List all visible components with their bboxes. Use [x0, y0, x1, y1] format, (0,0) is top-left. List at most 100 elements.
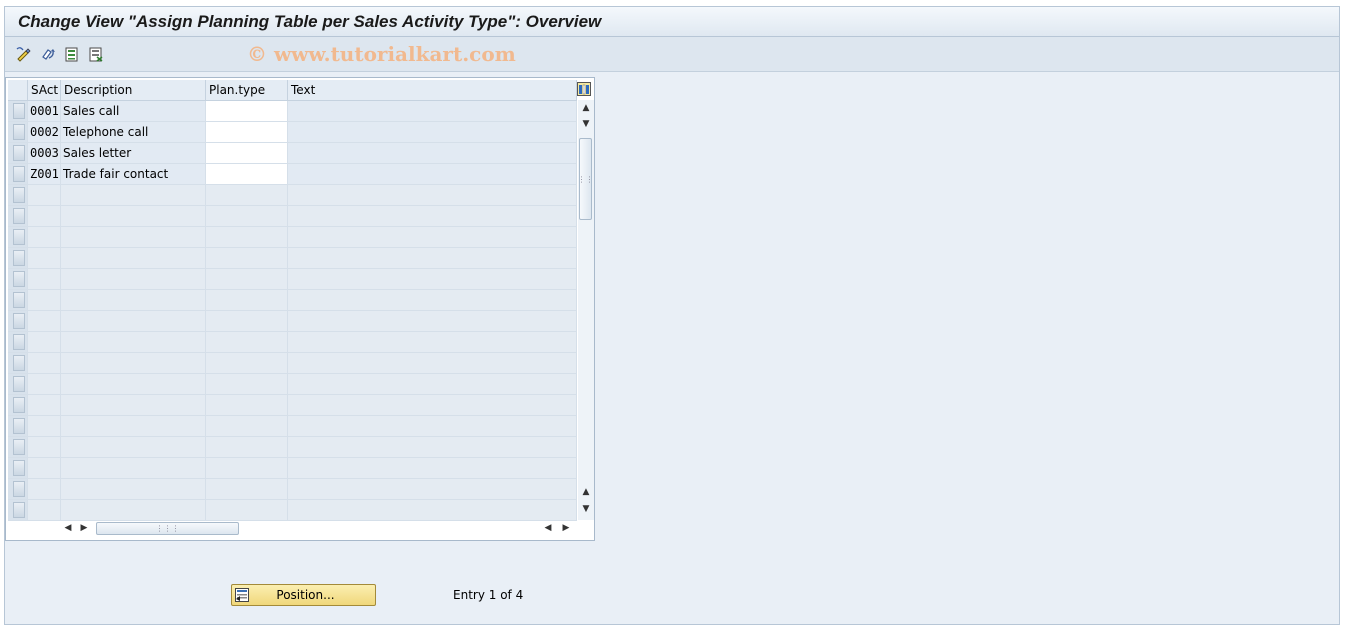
- row-selector-button[interactable]: [12, 460, 25, 476]
- empty-cell: [60, 373, 206, 395]
- row-selector-button[interactable]: [12, 250, 25, 266]
- empty-table-row: [8, 394, 577, 416]
- empty-cell: [205, 289, 288, 311]
- row-selector-button[interactable]: [12, 397, 25, 413]
- row-selector-button[interactable]: [12, 313, 25, 329]
- cell-sact: 0001: [27, 100, 61, 122]
- row-selector[interactable]: [8, 457, 28, 479]
- row-selector[interactable]: [8, 226, 28, 248]
- cell-plan-type-input[interactable]: [205, 163, 288, 185]
- row-selector[interactable]: [8, 121, 28, 143]
- display-change-icon[interactable]: [14, 44, 34, 64]
- row-selector-button[interactable]: [12, 334, 25, 350]
- cell-text: [287, 121, 577, 143]
- empty-cell: [287, 205, 577, 227]
- empty-cell: [287, 331, 577, 353]
- row-selector[interactable]: [8, 310, 28, 332]
- cell-description: Trade fair contact: [60, 163, 206, 185]
- row-selector-button[interactable]: [12, 292, 25, 308]
- row-selector[interactable]: [8, 142, 28, 164]
- empty-table-row: [8, 226, 577, 248]
- row-selector-button[interactable]: [12, 208, 25, 224]
- empty-cell: [287, 352, 577, 374]
- row-selector[interactable]: [8, 184, 28, 206]
- column-header-plan-type[interactable]: Plan.type: [205, 80, 288, 101]
- row-selector[interactable]: [8, 394, 28, 416]
- select-all-icon[interactable]: [62, 44, 82, 64]
- watermark: © www.tutorialkart.com: [247, 42, 516, 66]
- empty-table-row: [8, 373, 577, 395]
- empty-cell: [60, 331, 206, 353]
- row-selector[interactable]: [8, 163, 28, 185]
- scroll-up-icon[interactable]: ▲: [578, 100, 594, 116]
- row-selector[interactable]: [8, 289, 28, 311]
- empty-cell: [205, 205, 288, 227]
- position-button[interactable]: Position...: [231, 584, 376, 606]
- scroll-down-icon[interactable]: ▼: [578, 116, 594, 132]
- row-selector[interactable]: [8, 499, 28, 521]
- empty-cell: [60, 478, 206, 500]
- row-selector[interactable]: [8, 478, 28, 500]
- cell-plan-type-input[interactable]: [205, 142, 288, 164]
- cell-description: Sales call: [60, 100, 206, 122]
- column-header-sact[interactable]: SAct: [27, 80, 61, 101]
- row-selector-button[interactable]: [12, 355, 25, 371]
- row-selector-button[interactable]: [12, 481, 25, 497]
- empty-cell: [60, 352, 206, 374]
- empty-cell: [27, 289, 61, 311]
- row-selector-button[interactable]: [12, 145, 25, 161]
- row-selector[interactable]: [8, 436, 28, 458]
- cell-description: Telephone call: [60, 121, 206, 143]
- row-selector-button[interactable]: [12, 502, 25, 518]
- row-selector[interactable]: [8, 373, 28, 395]
- scroll-right-icon[interactable]: ▶: [76, 520, 92, 536]
- deselect-icon[interactable]: [86, 44, 106, 64]
- empty-table-row: [8, 436, 577, 458]
- row-selector[interactable]: [8, 331, 28, 353]
- column-header-text[interactable]: Text: [287, 80, 577, 101]
- row-selector-button[interactable]: [12, 229, 25, 245]
- row-selector-button[interactable]: [12, 187, 25, 203]
- empty-cell: [287, 373, 577, 395]
- scroll-far-left-icon[interactable]: ◀: [540, 520, 556, 536]
- horizontal-scrollbar[interactable]: ◀ ▶ ⋮⋮⋮ ◀ ▶: [60, 520, 576, 536]
- data-table: SAct Description Plan.type Text 0001 Sale…: [8, 80, 577, 521]
- scroll-left-icon[interactable]: ◀: [60, 520, 76, 536]
- horizontal-scroll-thumb[interactable]: ⋮⋮⋮: [96, 522, 239, 535]
- empty-cell: [27, 226, 61, 248]
- empty-table-row: [8, 310, 577, 332]
- cell-plan-type-input[interactable]: [205, 121, 288, 143]
- row-selector[interactable]: [8, 415, 28, 437]
- position-icon: [234, 587, 252, 603]
- row-selector[interactable]: [8, 247, 28, 269]
- empty-cell: [27, 184, 61, 206]
- scroll-far-right-icon[interactable]: ▶: [558, 520, 574, 536]
- undo-icon[interactable]: [38, 44, 58, 64]
- scroll-page-down-icon[interactable]: ▼: [578, 501, 594, 517]
- row-selector-button[interactable]: [12, 418, 25, 434]
- row-selector-button[interactable]: [12, 376, 25, 392]
- row-selector[interactable]: [8, 205, 28, 227]
- cell-plan-type-input[interactable]: [205, 100, 288, 122]
- column-settings-icon[interactable]: [576, 80, 592, 98]
- empty-cell: [205, 478, 288, 500]
- empty-cell: [287, 415, 577, 437]
- row-selector-button[interactable]: [12, 271, 25, 287]
- empty-cell: [205, 268, 288, 290]
- scroll-page-up-icon[interactable]: ▲: [578, 484, 594, 500]
- row-selector-button[interactable]: [12, 103, 25, 119]
- row-selector[interactable]: [8, 100, 28, 122]
- sap-window: Change View "Assign Planning Table per S…: [4, 6, 1340, 625]
- row-selector-button[interactable]: [12, 166, 25, 182]
- vertical-scroll-thumb[interactable]: ⋮⋮: [578, 138, 594, 220]
- row-selector[interactable]: [8, 352, 28, 374]
- vertical-scrollbar[interactable]: ▲ ▼ ⋮⋮ ▲ ▼: [578, 100, 594, 520]
- empty-cell: [27, 247, 61, 269]
- row-selector[interactable]: [8, 268, 28, 290]
- row-selector-button[interactable]: [12, 124, 25, 140]
- column-header-description[interactable]: Description: [60, 80, 206, 101]
- row-selector-button[interactable]: [12, 439, 25, 455]
- empty-cell: [205, 331, 288, 353]
- empty-cell: [287, 436, 577, 458]
- select-all-rows-cell[interactable]: [8, 80, 28, 101]
